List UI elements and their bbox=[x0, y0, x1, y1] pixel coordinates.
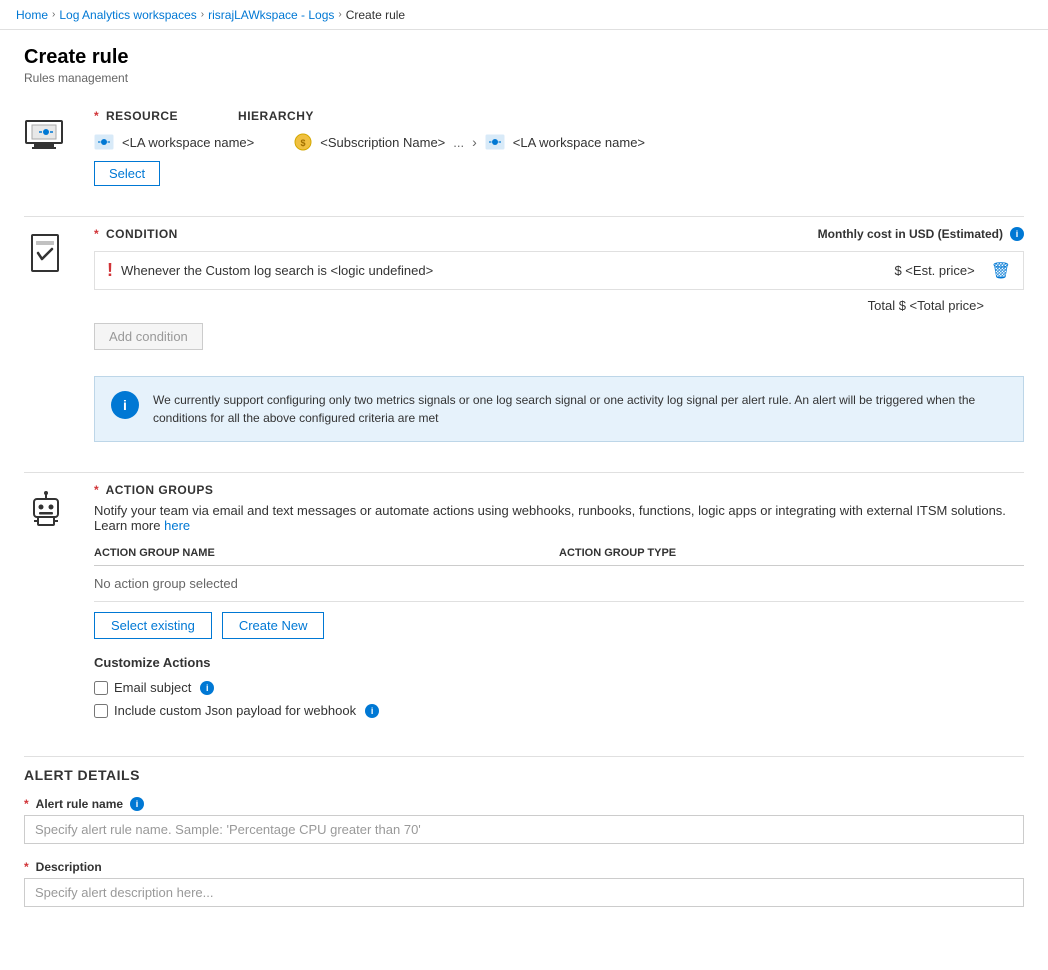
json-payload-info-icon[interactable]: i bbox=[365, 704, 379, 718]
customize-actions-title: Customize Actions bbox=[94, 655, 1024, 670]
alert-description-label: * Description bbox=[24, 860, 1024, 874]
resource-workspace-name: <LA workspace name> bbox=[122, 135, 254, 150]
condition-delete-button[interactable]: 🗑 bbox=[991, 261, 1011, 281]
condition-cost-cell: $ <Est. price> bbox=[894, 263, 974, 278]
monthly-cost-header: Monthly cost in USD (Estimated) i bbox=[818, 227, 1024, 241]
info-banner-text: We currently support configuring only tw… bbox=[153, 391, 1007, 427]
rule-name-info-icon[interactable]: i bbox=[130, 797, 144, 811]
alert-description-input[interactable] bbox=[24, 878, 1024, 907]
resource-label-col: * RESOURCE bbox=[94, 109, 178, 123]
action-groups-content: * ACTION GROUPS Notify your team via ema… bbox=[94, 483, 1024, 726]
create-new-button[interactable]: Create New bbox=[222, 612, 325, 639]
email-subject-label: Email subject bbox=[114, 680, 191, 695]
ag-notify-text: Notify your team via email and text mess… bbox=[94, 503, 1024, 533]
resource-section-label: * RESOURCE bbox=[94, 109, 178, 123]
resource-label-text: RESOURCE bbox=[106, 109, 178, 123]
alert-rule-required-star: * bbox=[24, 797, 29, 811]
description-label-text: Description bbox=[36, 860, 102, 874]
action-groups-icon bbox=[24, 483, 74, 726]
ag-no-group-text: No action group selected bbox=[94, 566, 1024, 602]
breadcrumb-sep-3: › bbox=[338, 9, 341, 20]
action-groups-table: ACTION GROUP NAME ACTION GROUP TYPE No a… bbox=[94, 541, 1024, 602]
condition-section-label: * CONDITION bbox=[94, 227, 178, 241]
resource-content: * RESOURCE HIERARCHY < bbox=[94, 109, 1024, 186]
monthly-cost-label: Monthly cost in USD (Estimated) bbox=[818, 227, 1003, 241]
ag-col-name: ACTION GROUP NAME bbox=[94, 541, 559, 566]
json-payload-label: Include custom Json payload for webhook bbox=[114, 703, 356, 718]
breadcrumb-home[interactable]: Home bbox=[16, 8, 48, 22]
breadcrumb-sep-2: › bbox=[201, 9, 204, 20]
hierarchy-chevron: › bbox=[472, 134, 477, 150]
action-groups-section: * ACTION GROUPS Notify your team via ema… bbox=[24, 483, 1024, 726]
alert-rule-name-input[interactable] bbox=[24, 815, 1024, 844]
email-subject-row: Email subject i bbox=[94, 680, 1024, 695]
hierarchy-label-col: HIERARCHY bbox=[238, 109, 314, 123]
condition-est-price: $ <Est. price> bbox=[894, 263, 974, 278]
monthly-cost-info-icon[interactable]: i bbox=[1010, 227, 1024, 241]
breadcrumb-current: Create rule bbox=[346, 8, 405, 22]
resource-icon bbox=[24, 109, 74, 186]
condition-text-cell: ! Whenever the Custom log search is <log… bbox=[107, 260, 894, 281]
resource-required-star: * bbox=[94, 109, 99, 123]
la-workspace-icon-2 bbox=[485, 134, 505, 150]
la-workspace-icon bbox=[94, 134, 114, 150]
ag-col-type: ACTION GROUP TYPE bbox=[559, 541, 1024, 566]
alert-rule-name-label: * Alert rule name i bbox=[24, 797, 1024, 811]
resource-name-row: <LA workspace name> bbox=[94, 134, 254, 150]
alert-details-section: ALERT DETAILS * Alert rule name i * Desc… bbox=[24, 767, 1024, 923]
rule-name-label-text: Alert rule name bbox=[36, 797, 123, 811]
hierarchy-dots: ... bbox=[453, 135, 464, 150]
desc-required-star: * bbox=[24, 860, 29, 874]
condition-description: Whenever the Custom log search is <logic… bbox=[121, 263, 433, 278]
resource-section: * RESOURCE HIERARCHY < bbox=[24, 109, 1024, 186]
email-subject-info-icon[interactable]: i bbox=[200, 681, 214, 695]
action-groups-section-label: * ACTION GROUPS bbox=[94, 483, 1024, 497]
svg-text:$: $ bbox=[301, 138, 306, 148]
alert-description-group: * Description bbox=[24, 860, 1024, 923]
alert-rule-name-group: * Alert rule name i bbox=[24, 797, 1024, 860]
condition-error-icon: ! bbox=[107, 260, 113, 281]
email-subject-checkbox[interactable] bbox=[94, 681, 108, 695]
select-existing-button[interactable]: Select existing bbox=[94, 612, 212, 639]
ag-learn-more-link[interactable]: here bbox=[164, 518, 190, 533]
add-condition-button[interactable]: Add condition bbox=[94, 323, 203, 350]
page-title: Create rule bbox=[24, 46, 1024, 69]
ag-no-group-row: No action group selected bbox=[94, 566, 1024, 602]
ag-required-star: * bbox=[94, 483, 99, 497]
condition-required-star: * bbox=[94, 227, 99, 241]
json-payload-checkbox[interactable] bbox=[94, 704, 108, 718]
breadcrumb-logs[interactable]: risrajLAWkspace - Logs bbox=[208, 8, 334, 22]
breadcrumb-workspaces[interactable]: Log Analytics workspaces bbox=[59, 8, 196, 22]
page-subtitle: Rules management bbox=[24, 71, 1024, 85]
hierarchy-row: $ <Subscription Name> ... › <LA workspac… bbox=[294, 133, 1024, 151]
condition-icon bbox=[24, 227, 74, 442]
hierarchy-section-label: HIERARCHY bbox=[238, 109, 314, 123]
condition-content: * CONDITION Monthly cost in USD (Estimat… bbox=[94, 227, 1024, 442]
breadcrumb-sep-1: › bbox=[52, 9, 55, 20]
condition-section: * CONDITION Monthly cost in USD (Estimat… bbox=[24, 227, 1024, 442]
subscription-icon: $ bbox=[294, 133, 312, 151]
condition-label-text: CONDITION bbox=[106, 227, 178, 241]
ag-notify-span: Notify your team via email and text mess… bbox=[94, 503, 1006, 533]
condition-row: ! Whenever the Custom log search is <log… bbox=[94, 251, 1024, 290]
breadcrumb: Home › Log Analytics workspaces › risraj… bbox=[16, 8, 405, 22]
alert-details-label: ALERT DETAILS bbox=[24, 767, 1024, 783]
info-banner-icon: i bbox=[111, 391, 139, 419]
condition-total: Total $ <Total price> bbox=[94, 298, 1024, 313]
hierarchy-subscription: <Subscription Name> bbox=[320, 135, 445, 150]
ag-label-text: ACTION GROUPS bbox=[106, 483, 214, 497]
hierarchy-workspace: <LA workspace name> bbox=[513, 135, 645, 150]
json-payload-row: Include custom Json payload for webhook … bbox=[94, 703, 1024, 718]
info-banner: i We currently support configuring only … bbox=[94, 376, 1024, 442]
ag-buttons-row: Select existing Create New bbox=[94, 612, 1024, 639]
select-resource-button[interactable]: Select bbox=[94, 161, 160, 186]
